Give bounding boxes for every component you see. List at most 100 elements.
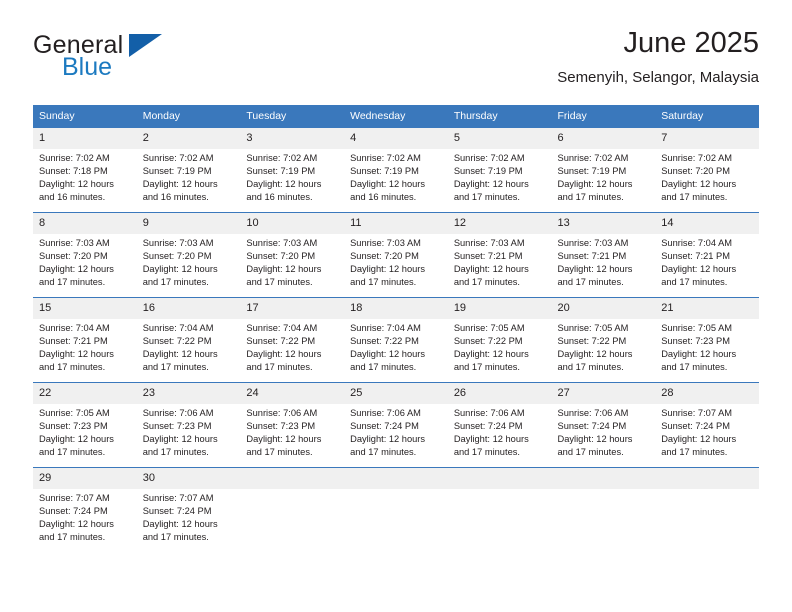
day-details: Sunrise: 7:05 AM Sunset: 7:22 PM Daylight:… (448, 319, 552, 374)
sunrise-text: Sunrise: 7:05 AM (661, 323, 733, 333)
day-details: Sunrise: 7:04 AM Sunset: 7:22 PM Daylight:… (240, 319, 344, 374)
calendar-day-cell[interactable]: 30 Sunrise: 7:07 AM Sunset: 7:24 PM Dayligh… (136, 467, 241, 552)
calendar-day-cell[interactable]: 17 Sunrise: 7:04 AM Sunset: 7:22 PM Dayligh… (240, 297, 345, 383)
calendar-empty-cell (655, 467, 759, 552)
sunset-text: Sunset: 7:21 PM (557, 251, 627, 262)
daylight-text-line2: and 17 minutes. (453, 277, 520, 288)
day-number: 10 (240, 213, 345, 234)
daylight-text-line2: and 17 minutes. (557, 192, 624, 203)
calendar-week-row: 22 Sunrise: 7:05 AM Sunset: 7:23 PM Dayligh… (33, 382, 759, 468)
calendar-week-row: 8 Sunrise: 7:03 AM Sunset: 7:20 PM Daylight… (33, 212, 759, 298)
calendar-day-cell[interactable]: 5 Sunrise: 7:02 AM Sunset: 7:19 PM Daylight… (447, 127, 552, 213)
sunset-text: Sunset: 7:22 PM (246, 336, 316, 347)
sunrise-text: Sunrise: 7:02 AM (453, 153, 525, 163)
daylight-text-line1: Daylight: 12 hours (350, 179, 426, 190)
calendar-day-cell[interactable]: 22 Sunrise: 7:05 AM Sunset: 7:23 PM Dayligh… (33, 382, 137, 468)
sunset-text: Sunset: 7:22 PM (142, 336, 212, 347)
calendar-day-cell[interactable]: 14 Sunrise: 7:04 AM Sunset: 7:21 PM Dayligh… (655, 212, 759, 298)
day-details: Sunrise: 7:05 AM Sunset: 7:23 PM Daylight:… (33, 404, 137, 459)
day-details: Sunrise: 7:02 AM Sunset: 7:18 PM Daylight:… (33, 149, 137, 204)
calendar-day-cell[interactable]: 16 Sunrise: 7:04 AM Sunset: 7:22 PM Dayligh… (136, 297, 241, 383)
calendar-day-cell[interactable]: 13 Sunrise: 7:03 AM Sunset: 7:21 PM Dayligh… (551, 212, 656, 298)
calendar-day-cell[interactable]: 9 Sunrise: 7:03 AM Sunset: 7:20 PM Daylight… (136, 212, 241, 298)
sunset-text: Sunset: 7:24 PM (453, 421, 523, 432)
calendar-day-cell[interactable]: 28 Sunrise: 7:07 AM Sunset: 7:24 PM Dayligh… (655, 382, 759, 468)
daylight-text-line1: Daylight: 12 hours (557, 434, 633, 445)
daylight-text-line1: Daylight: 12 hours (246, 349, 322, 360)
sunrise-text: Sunrise: 7:04 AM (39, 323, 110, 333)
calendar-day-cell[interactable]: 10 Sunrise: 7:03 AM Sunset: 7:20 PM Dayligh… (240, 212, 345, 298)
calendar-day-cell[interactable]: 1 Sunrise: 7:02 AM Sunset: 7:18 PM Daylight… (33, 127, 137, 213)
day-number: 15 (33, 298, 137, 319)
calendar-day-cell[interactable]: 6 Sunrise: 7:02 AM Sunset: 7:19 PM Daylight… (551, 127, 656, 213)
day-number: 30 (136, 468, 241, 489)
daylight-text-line1: Daylight: 12 hours (350, 264, 426, 275)
calendar-day-cell[interactable]: 15 Sunrise: 7:04 AM Sunset: 7:21 PM Dayligh… (33, 297, 137, 383)
page-title: June 2025 (623, 27, 759, 59)
calendar-day-cell[interactable]: 8 Sunrise: 7:03 AM Sunset: 7:20 PM Daylight… (33, 212, 137, 298)
sunrise-text: Sunrise: 7:06 AM (142, 408, 214, 418)
calendar-day-cell[interactable]: 11 Sunrise: 7:03 AM Sunset: 7:20 PM Dayligh… (344, 212, 448, 298)
sunset-text: Sunset: 7:19 PM (246, 166, 316, 177)
daylight-text-line1: Daylight: 12 hours (142, 179, 218, 190)
daylight-text-line1: Daylight: 12 hours (661, 179, 737, 190)
calendar-day-cell[interactable]: 27 Sunrise: 7:06 AM Sunset: 7:24 PM Dayligh… (551, 382, 656, 468)
day-number: 5 (447, 128, 552, 149)
day-number: 17 (240, 298, 345, 319)
logo-triangle-icon (129, 34, 162, 57)
calendar-week-row: 29 Sunrise: 7:07 AM Sunset: 7:24 PM Dayligh… (33, 467, 759, 552)
calendar-day-cell[interactable]: 29 Sunrise: 7:07 AM Sunset: 7:24 PM Dayligh… (33, 467, 137, 552)
daylight-text-line2: and 17 minutes. (39, 532, 106, 543)
calendar-day-cell[interactable]: 25 Sunrise: 7:06 AM Sunset: 7:24 PM Dayligh… (344, 382, 448, 468)
day-details: Sunrise: 7:05 AM Sunset: 7:22 PM Daylight:… (552, 319, 656, 374)
weekday-header-thursday: Thursday (447, 105, 552, 128)
calendar-day-cell[interactable]: 4 Sunrise: 7:02 AM Sunset: 7:19 PM Daylight… (344, 127, 448, 213)
sunset-text: Sunset: 7:23 PM (39, 421, 108, 432)
daylight-text-line2: and 17 minutes. (246, 362, 313, 373)
calendar-day-cell[interactable]: 19 Sunrise: 7:05 AM Sunset: 7:22 PM Dayligh… (447, 297, 552, 383)
weekday-header-friday: Friday (551, 105, 656, 128)
calendar-day-cell[interactable]: 7 Sunrise: 7:02 AM Sunset: 7:20 PM Daylight… (655, 127, 759, 213)
day-number: 9 (136, 213, 241, 234)
day-number (655, 468, 759, 489)
calendar-day-cell[interactable]: 12 Sunrise: 7:03 AM Sunset: 7:21 PM Dayligh… (447, 212, 552, 298)
day-number: 13 (551, 213, 656, 234)
daylight-text-line1: Daylight: 12 hours (142, 349, 218, 360)
sunset-text: Sunset: 7:20 PM (246, 251, 316, 262)
calendar-day-cell[interactable]: 2 Sunrise: 7:02 AM Sunset: 7:19 PM Daylight… (136, 127, 241, 213)
daylight-text-line2: and 17 minutes. (350, 447, 417, 458)
day-details: Sunrise: 7:02 AM Sunset: 7:19 PM Daylight:… (448, 149, 552, 204)
daylight-text-line1: Daylight: 12 hours (557, 179, 633, 190)
calendar-day-cell[interactable]: 26 Sunrise: 7:06 AM Sunset: 7:24 PM Dayligh… (447, 382, 552, 468)
calendar-day-cell[interactable]: 20 Sunrise: 7:05 AM Sunset: 7:22 PM Dayligh… (551, 297, 656, 383)
day-number: 14 (655, 213, 759, 234)
day-number: 29 (33, 468, 137, 489)
daylight-text-line1: Daylight: 12 hours (661, 434, 737, 445)
daylight-text-line2: and 16 minutes. (350, 192, 417, 203)
daylight-text-line2: and 17 minutes. (350, 277, 417, 288)
sunset-text: Sunset: 7:21 PM (39, 336, 108, 347)
sunrise-text: Sunrise: 7:07 AM (39, 493, 110, 503)
sunrise-text: Sunrise: 7:05 AM (453, 323, 525, 333)
calendar-day-cell[interactable]: 23 Sunrise: 7:06 AM Sunset: 7:23 PM Dayligh… (136, 382, 241, 468)
daylight-text-line1: Daylight: 12 hours (39, 434, 114, 445)
daylight-text-line1: Daylight: 12 hours (453, 434, 529, 445)
calendar-day-cell[interactable]: 18 Sunrise: 7:04 AM Sunset: 7:22 PM Dayligh… (344, 297, 448, 383)
calendar-day-cell[interactable]: 21 Sunrise: 7:05 AM Sunset: 7:23 PM Dayligh… (655, 297, 759, 383)
sunset-text: Sunset: 7:20 PM (142, 251, 212, 262)
day-details: Sunrise: 7:03 AM Sunset: 7:20 PM Daylight:… (137, 234, 241, 289)
sunrise-text: Sunrise: 7:02 AM (142, 153, 214, 163)
daylight-text-line2: and 16 minutes. (142, 192, 209, 203)
day-number: 12 (447, 213, 552, 234)
calendar-day-cell[interactable]: 24 Sunrise: 7:06 AM Sunset: 7:23 PM Dayligh… (240, 382, 345, 468)
sunset-text: Sunset: 7:20 PM (39, 251, 108, 262)
daylight-text-line1: Daylight: 12 hours (142, 264, 218, 275)
daylight-text-line2: and 17 minutes. (661, 277, 728, 288)
daylight-text-line2: and 17 minutes. (557, 447, 624, 458)
sunrise-text: Sunrise: 7:04 AM (246, 323, 318, 333)
calendar-day-cell[interactable]: 3 Sunrise: 7:02 AM Sunset: 7:19 PM Daylight… (240, 127, 345, 213)
sunrise-text: Sunrise: 7:03 AM (142, 238, 214, 248)
day-details: Sunrise: 7:04 AM Sunset: 7:21 PM Daylight:… (655, 234, 759, 289)
daylight-text-line2: and 17 minutes. (453, 447, 520, 458)
day-number: 7 (655, 128, 759, 149)
